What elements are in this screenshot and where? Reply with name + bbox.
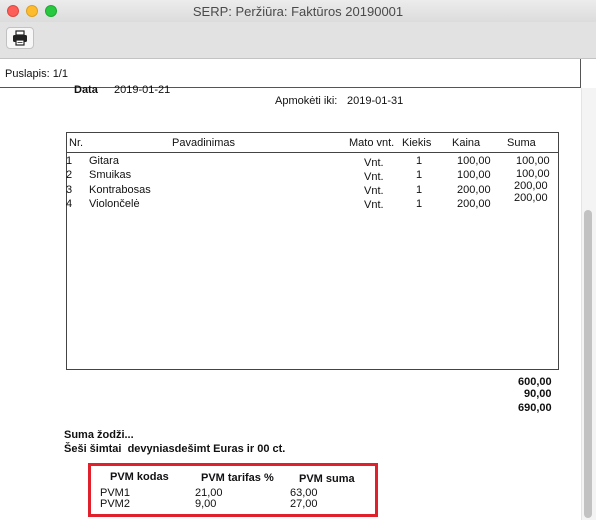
row-nr: 3 [66, 184, 73, 196]
row-qty: 1 [416, 184, 423, 196]
row-price: 100,00 [457, 169, 491, 181]
row-unit: Vnt. [364, 171, 384, 183]
row-name: Smuikas [89, 169, 132, 181]
row-price: 200,00 [457, 198, 491, 210]
date-label: Data [74, 84, 98, 96]
vat-rate: 9,00 [195, 498, 217, 510]
row-qty: 1 [416, 169, 423, 181]
row-nr: 2 [66, 169, 73, 181]
vat-amount: 27,00 [290, 498, 318, 510]
total-net: 600,00 [518, 376, 552, 388]
table-header-divider [67, 152, 558, 153]
print-button[interactable] [6, 27, 34, 49]
row-sum: 200,00 [514, 192, 548, 204]
total-gross: 690,00 [518, 402, 552, 414]
column-header-nr: Nr. [69, 137, 84, 149]
row-unit: Vnt. [364, 185, 384, 197]
printer-icon [13, 30, 27, 46]
row-qty: 1 [416, 155, 423, 167]
row-name: Gitara [89, 155, 119, 167]
items-table [66, 132, 559, 370]
page-indicator: Puslapis: 1/1 [5, 68, 68, 80]
row-name: Violončelė [89, 198, 140, 210]
column-header-name: Pavadinimas [172, 137, 235, 149]
row-sum: 100,00 [516, 168, 550, 180]
row-unit: Vnt. [364, 199, 384, 211]
toolbar [0, 22, 596, 59]
sum-in-words-value: Šeši šimtai devyniasdešimt Euras ir 00 c… [64, 443, 286, 455]
column-header-qty: Kiekis [402, 137, 432, 149]
sum-in-words-label: Suma žodži... [64, 429, 134, 441]
row-price: 200,00 [457, 184, 491, 196]
window-title: SERP: Peržiūra: Faktūros 20190001 [192, 4, 404, 19]
row-nr: 4 [66, 198, 73, 210]
due-date-value: 2019-01-31 [347, 95, 404, 107]
row-sum: 200,00 [514, 180, 548, 192]
row-name: Kontrabosas [89, 184, 151, 196]
column-header-sum: Suma [507, 137, 536, 149]
row-nr: 1 [66, 155, 73, 167]
vat-header-rate: PVM tarifas % [201, 472, 274, 484]
due-date-label: Apmokėti iki: [275, 95, 338, 107]
vat-header-amount: PVM suma [299, 473, 355, 485]
page-edge-divider [580, 59, 581, 87]
row-unit: Vnt. [364, 157, 384, 169]
total-vat: 90,00 [524, 388, 552, 400]
date-value: 2019-01-21 [114, 84, 171, 96]
column-header-price: Kaina [452, 137, 481, 149]
vat-header-code: PVM kodas [110, 471, 169, 483]
row-sum: 100,00 [516, 155, 550, 167]
title-bar: SERP: Peržiūra: Faktūros 20190001 [0, 0, 596, 22]
vat-code: PVM2 [100, 498, 130, 510]
row-price: 100,00 [457, 155, 491, 167]
row-qty: 1 [416, 198, 423, 210]
vertical-scrollbar-thumb[interactable] [584, 210, 592, 518]
column-header-unit: Mato vnt. [349, 137, 395, 149]
